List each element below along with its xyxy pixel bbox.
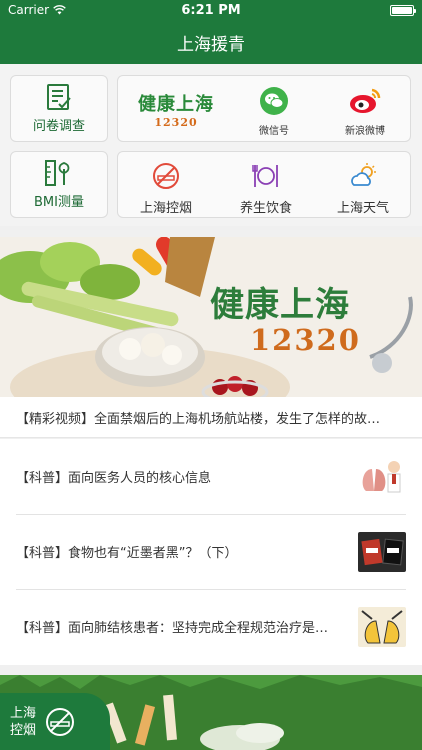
no-smoking-icon — [153, 163, 179, 189]
healthy-diet-button[interactable]: 养生饮食 — [236, 161, 296, 216]
wifi-icon — [53, 5, 66, 15]
wechat-icon — [260, 87, 288, 115]
dining-icon — [252, 165, 278, 187]
carrier-info: Carrier — [8, 3, 66, 17]
bmi-icon — [45, 160, 70, 186]
shanghai-weather-button[interactable]: 上海天气 — [332, 161, 394, 216]
survey-button[interactable]: 问卷调查 — [10, 75, 108, 142]
wechat-label: 微信号 — [259, 126, 289, 137]
news-thumbnail-lungs — [358, 456, 406, 497]
banner-number: 12320 — [250, 323, 361, 357]
battery-icon — [390, 4, 416, 16]
page-title: 上海援青 — [177, 34, 245, 55]
weibo-icon — [350, 88, 381, 113]
wechat-button[interactable]: 微信号 — [254, 86, 294, 137]
news-item[interactable]: 【科普】面向肺结核患者：坚持完成全程规范治疗是… — [16, 589, 406, 664]
carrier-label: Carrier — [8, 3, 50, 17]
banner-headline: 健康上海 — [210, 285, 350, 325]
healthy-diet-label: 养生饮食 — [239, 201, 292, 216]
tools-card: 上海控烟 养生饮食 上海天气 — [117, 151, 411, 218]
news-title: 【科普】面向医务人员的核心信息 — [16, 471, 212, 486]
fab-label: 上海控烟 — [10, 705, 37, 738]
weibo-button[interactable]: 新浪微博 — [340, 86, 390, 137]
logo-number: 12320 — [154, 116, 198, 129]
news-item[interactable]: 【科普】食物也有“近墨者黑”？（下） — [16, 514, 406, 589]
news-thumbnail-books — [358, 531, 406, 572]
shanghai-weather-label: 上海天气 — [336, 201, 389, 216]
news-item[interactable]: 【科普】面向医务人员的核心信息 — [16, 439, 406, 514]
bmi-label: BMI测量 — [34, 195, 84, 210]
weather-icon — [351, 163, 376, 186]
smoking-control-button[interactable]: 上海控烟 — [136, 161, 196, 216]
no-smoking-icon — [46, 707, 74, 736]
smoking-control-fab[interactable]: 上海控烟 — [0, 693, 110, 750]
survey-icon — [47, 84, 71, 110]
health-shanghai-logo[interactable]: 健康上海 12320 — [134, 90, 218, 129]
bmi-button[interactable]: BMI测量 — [10, 151, 108, 218]
news-title: 【科普】面向肺结核患者：坚持完成全程规范治疗是… — [16, 621, 329, 636]
smoking-control-label: 上海控烟 — [139, 201, 192, 216]
news-list: 【科普】面向医务人员的核心信息 【科普】食物也有“近墨者黑”？（下） 【科普】面… — [0, 439, 422, 665]
status-bar: Carrier 6:21 PM — [0, 0, 422, 20]
promo-banner[interactable]: 健康上海 12320 — [0, 237, 422, 397]
navigation-bar: 上海援青 — [0, 20, 422, 64]
social-card: 健康上海 12320 微信号 新浪微博 — [117, 75, 411, 142]
feature-grid: 问卷调查 健康上海 12320 微信号 新浪微博 BMI测量 上海控烟 养生饮食… — [0, 64, 422, 226]
news-title: 【科普】食物也有“近墨者黑”？（下） — [16, 546, 238, 561]
news-thumbnail-lungs-cartoon — [358, 606, 406, 647]
survey-label: 问卷调查 — [32, 119, 85, 134]
featured-video-caption[interactable]: 【精彩视频】全面禁烟后的上海机场航站楼，发生了怎样的故… — [0, 397, 422, 438]
weibo-label: 新浪微博 — [345, 126, 385, 137]
logo-text: 健康上海 — [138, 94, 214, 115]
